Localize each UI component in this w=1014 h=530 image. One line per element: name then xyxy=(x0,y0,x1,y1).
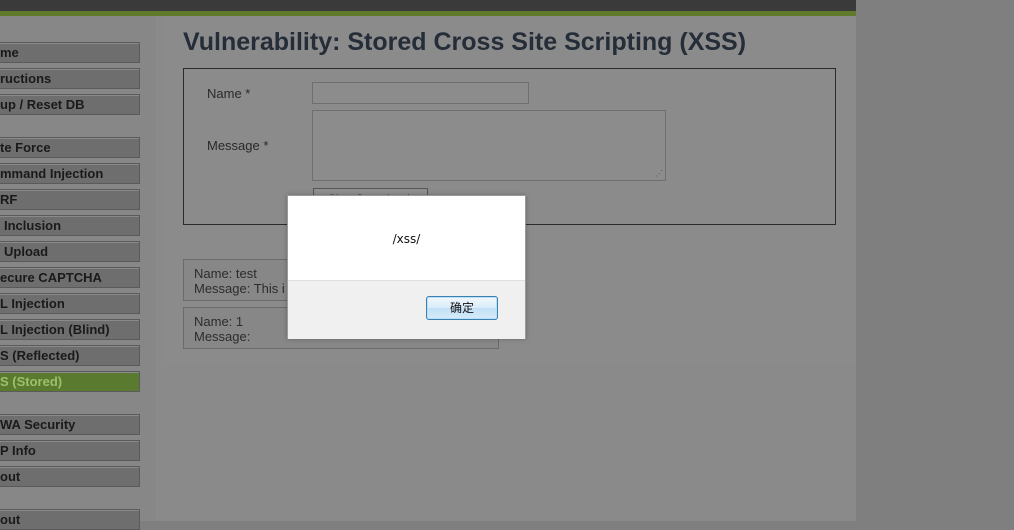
sidebar-item-file-inclusion[interactable]: Inclusion xyxy=(0,215,140,236)
sidebar-item-label: up / Reset DB xyxy=(0,97,85,112)
sidebar-item-file-upload[interactable]: Upload xyxy=(0,241,140,262)
entry-message: Message: This i xyxy=(194,281,285,296)
sidebar-item-sql-injection[interactable]: L Injection xyxy=(0,293,140,314)
alert-footer: 确定 xyxy=(288,280,525,339)
sidebar-item-insecure-captcha[interactable]: ecure CAPTCHA xyxy=(0,267,140,288)
entry-message: Message: xyxy=(194,329,251,344)
sidebar-item-label: S (Reflected) xyxy=(0,348,80,363)
sidebar-item-sql-injection-blind[interactable]: L Injection (Blind) xyxy=(0,319,140,340)
page-title: Vulnerability: Stored Cross Site Scripti… xyxy=(183,28,747,56)
sidebar-item-logout[interactable]: out xyxy=(0,509,140,530)
sidebar-item-setup-reset-db[interactable]: up / Reset DB xyxy=(0,94,140,115)
sidebar-item-label: Upload xyxy=(4,244,49,259)
sidebar-item-label: ructions xyxy=(0,71,52,86)
sidebar-item-instructions[interactable]: ructions xyxy=(0,68,140,89)
sidebar-item-label: L Injection (Blind) xyxy=(0,322,110,337)
sidebar-item-label: RF xyxy=(0,192,18,207)
alert-message: /xss/ xyxy=(392,232,421,246)
sidebar-item-label: P Info xyxy=(0,443,36,458)
sidebar-item-label: te Force xyxy=(0,140,51,155)
header-bar xyxy=(0,0,856,11)
name-label: Name * xyxy=(207,86,251,101)
sidebar-item-php-info[interactable]: P Info xyxy=(0,440,140,461)
sidebar-item-label: L Injection xyxy=(0,296,65,311)
sidebar-item-label: Inclusion xyxy=(4,218,62,233)
sidebar-item-home[interactable]: me xyxy=(0,42,140,63)
sidebar-item-label: me xyxy=(0,45,19,60)
message-textarea[interactable]: ⋰ xyxy=(312,110,666,181)
sidebar-item-about[interactable]: out xyxy=(0,466,140,487)
entry-name: Name: 1 xyxy=(194,314,244,329)
sidebar-item-label: mmand Injection xyxy=(0,166,104,181)
sidebar-item-xss-stored[interactable]: S (Stored) xyxy=(0,371,140,392)
resize-grip-icon[interactable]: ⋰ xyxy=(655,170,663,178)
ok-button[interactable]: 确定 xyxy=(426,296,498,320)
sidebar-item-brute-force[interactable]: te Force xyxy=(0,137,140,158)
sidebar-item-label: WA Security xyxy=(0,417,76,432)
sidebar-item-command-injection[interactable]: mmand Injection xyxy=(0,163,140,184)
sidebar-item-dvwa-security[interactable]: WA Security xyxy=(0,414,140,435)
message-label: Message * xyxy=(207,138,269,153)
entry-name: Name: test xyxy=(194,266,257,281)
sidebar-item-label: out xyxy=(0,469,21,484)
sidebar-item-label: out xyxy=(0,512,21,527)
sidebar-item-label: S (Stored) xyxy=(0,374,63,389)
sidebar-item-xss-reflected[interactable]: S (Reflected) xyxy=(0,345,140,366)
alert-dialog: /xss/ 确定 xyxy=(287,195,526,339)
sidebar-item-label: ecure CAPTCHA xyxy=(0,270,102,285)
name-input[interactable] xyxy=(312,82,529,104)
sidebar-item-csrf[interactable]: RF xyxy=(0,189,140,210)
